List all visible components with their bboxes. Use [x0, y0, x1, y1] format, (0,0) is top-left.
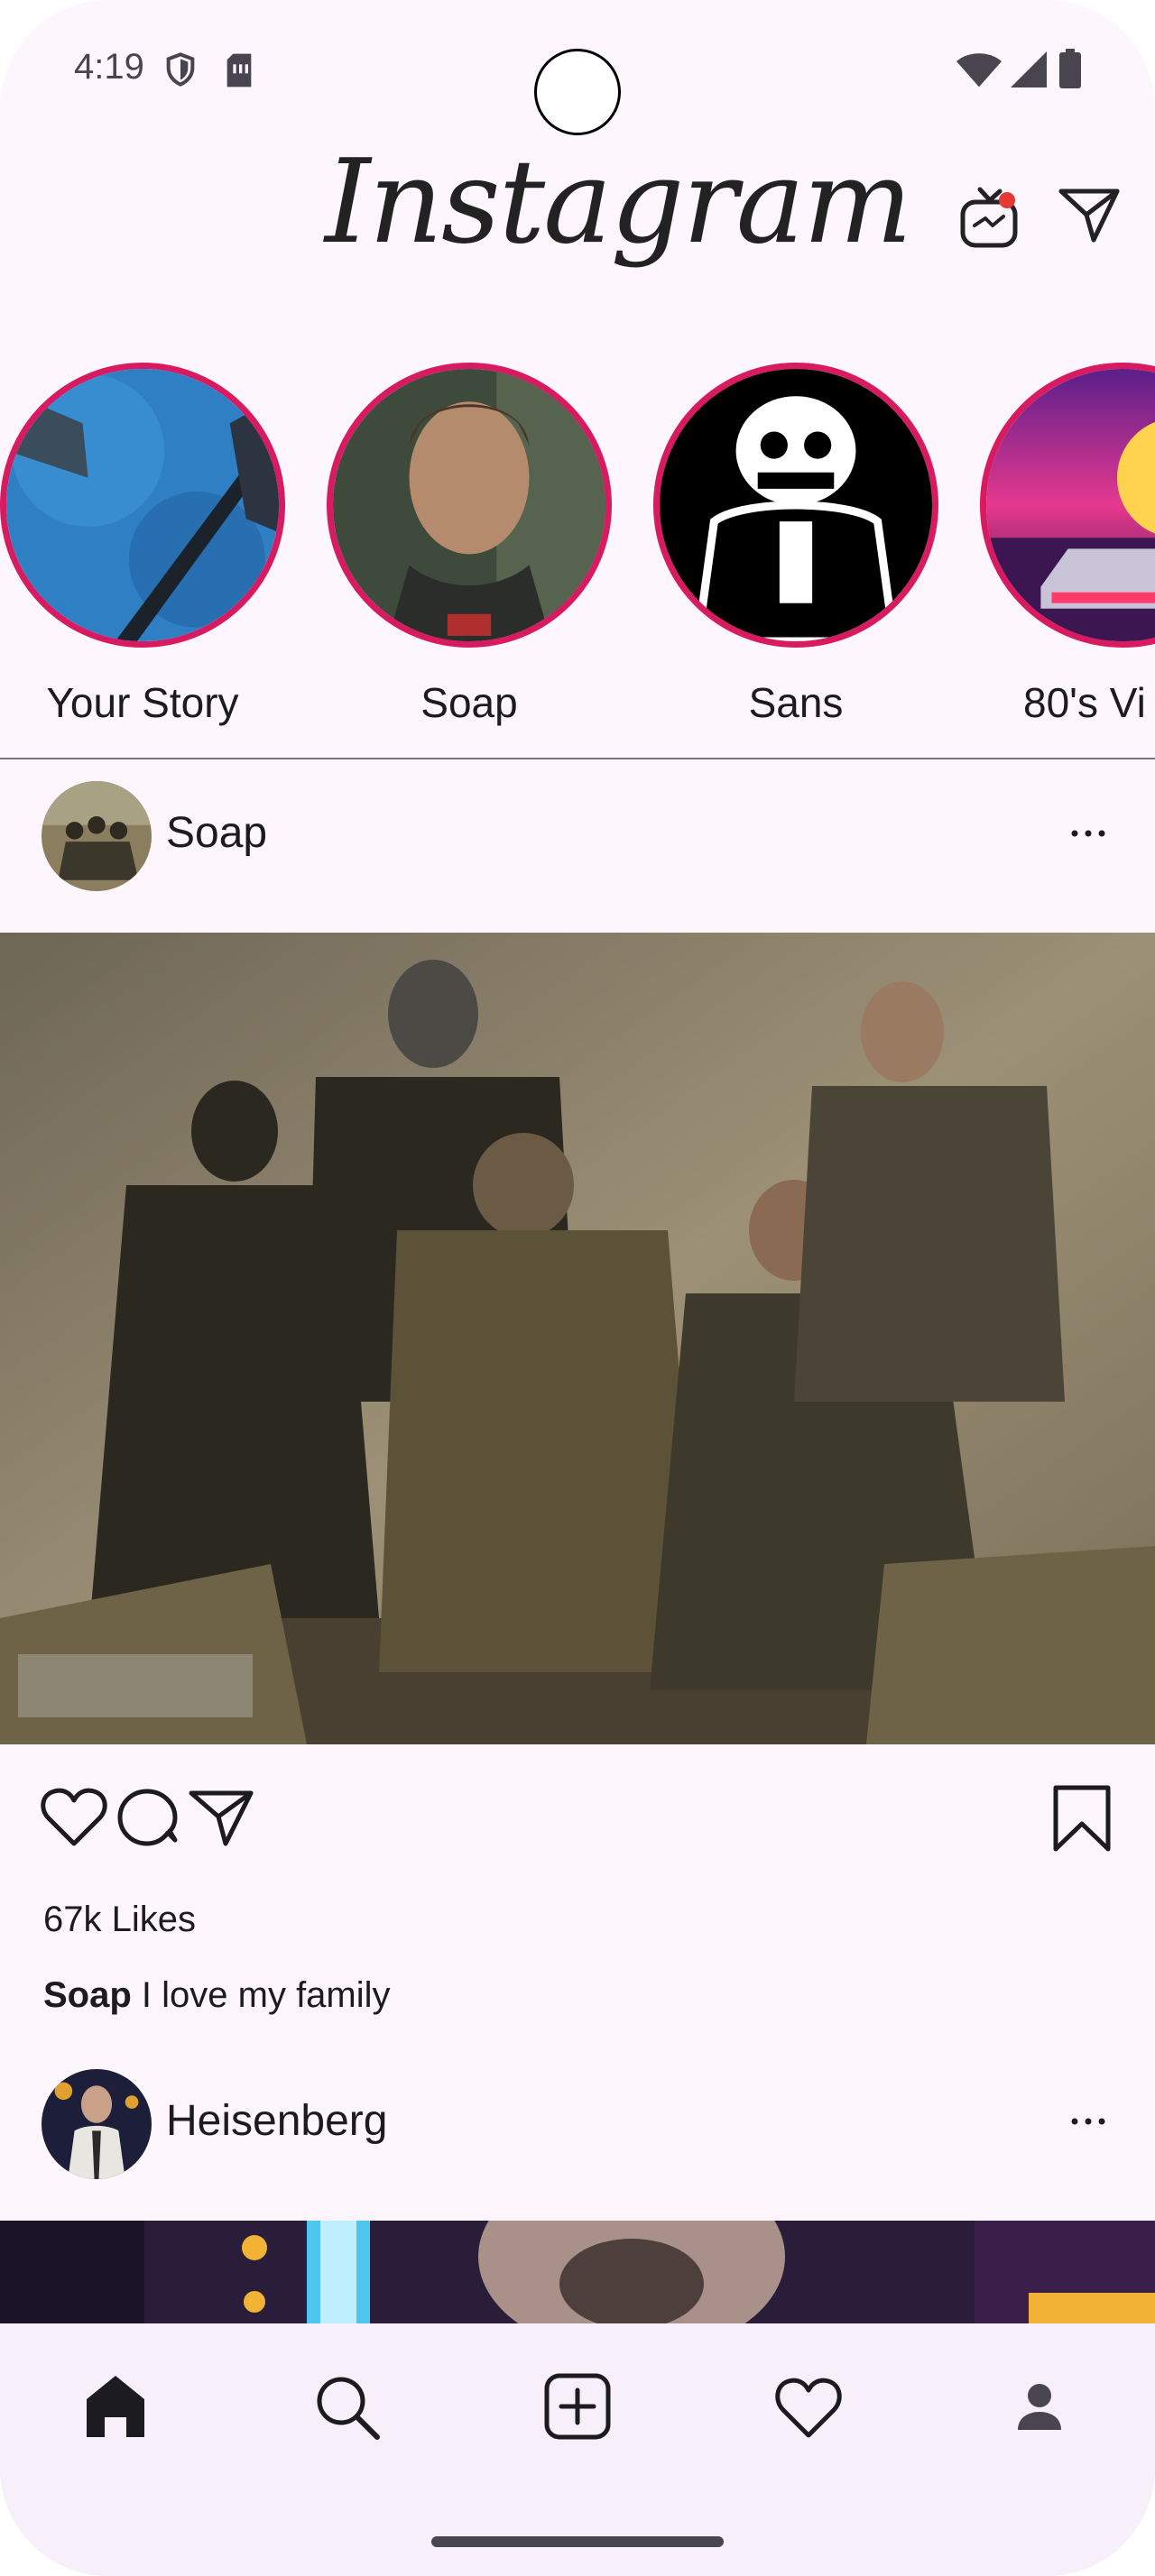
stories-divider [0, 758, 1155, 759]
status-bar: 4:19 [0, 0, 1155, 135]
story-your-story[interactable]: Your Story [0, 357, 298, 736]
add-post-icon[interactable] [541, 2370, 614, 2443]
avatar[interactable] [42, 781, 152, 891]
post-username[interactable]: Soap [166, 808, 267, 858]
story-label: Soap [420, 679, 518, 726]
post-actions [0, 1784, 1155, 1858]
story-label: 80's Vi [1023, 679, 1146, 726]
status-time: 4:19 [74, 47, 144, 87]
home-indicator[interactable] [431, 2536, 724, 2547]
phone-screen: 4:19 Instagram Your Story Soap Sans 80's… [0, 0, 1155, 2576]
post-header: Heisenberg [0, 2069, 1155, 2186]
post-image[interactable] [0, 933, 1155, 1744]
story-sans[interactable]: Sans [653, 357, 951, 736]
front-camera [534, 49, 621, 135]
instagram-logo: Instagram [325, 135, 912, 270]
story-label: Sans [748, 679, 844, 726]
story-avatar [327, 363, 612, 648]
profile-icon[interactable] [1003, 2370, 1076, 2443]
like-count: 67k Likes [43, 1900, 196, 1939]
post-image[interactable] [0, 2221, 1155, 2329]
story-label: Your Story [46, 679, 239, 726]
share-icon[interactable] [188, 1788, 254, 1847]
story-80s-vibes[interactable]: 80's Vi [980, 357, 1155, 736]
heart-icon[interactable] [40, 1786, 108, 1849]
story-avatar [0, 363, 285, 648]
post-username[interactable]: Heisenberg [166, 2096, 387, 2146]
sim-icon [226, 53, 252, 87]
search-icon[interactable] [310, 2370, 383, 2443]
shield-icon [166, 52, 195, 87]
story-soap[interactable]: Soap [327, 357, 624, 736]
stories-row: Your Story Soap Sans 80's Vi [0, 357, 1155, 736]
battery-icon [1059, 49, 1081, 88]
bookmark-icon[interactable] [1052, 1784, 1112, 1853]
direct-message-icon[interactable] [1058, 186, 1121, 244]
more-icon[interactable] [1070, 824, 1106, 842]
activity-icon[interactable] [772, 2370, 845, 2443]
caption-text: I love my family [131, 1975, 391, 2015]
caption-username[interactable]: Soap [43, 1975, 132, 2015]
post-header: Soap [0, 781, 1155, 898]
avatar[interactable] [42, 2069, 152, 2179]
home-icon[interactable] [79, 2370, 152, 2443]
signal-icon [1011, 51, 1047, 87]
post-caption: Soap I love my family [43, 1975, 391, 2016]
wifi-icon [956, 53, 1002, 87]
more-icon[interactable] [1070, 2112, 1106, 2130]
story-avatar [653, 363, 938, 648]
comment-icon[interactable] [116, 1786, 180, 1849]
igtv-icon[interactable] [960, 186, 1020, 249]
story-avatar [980, 363, 1155, 648]
